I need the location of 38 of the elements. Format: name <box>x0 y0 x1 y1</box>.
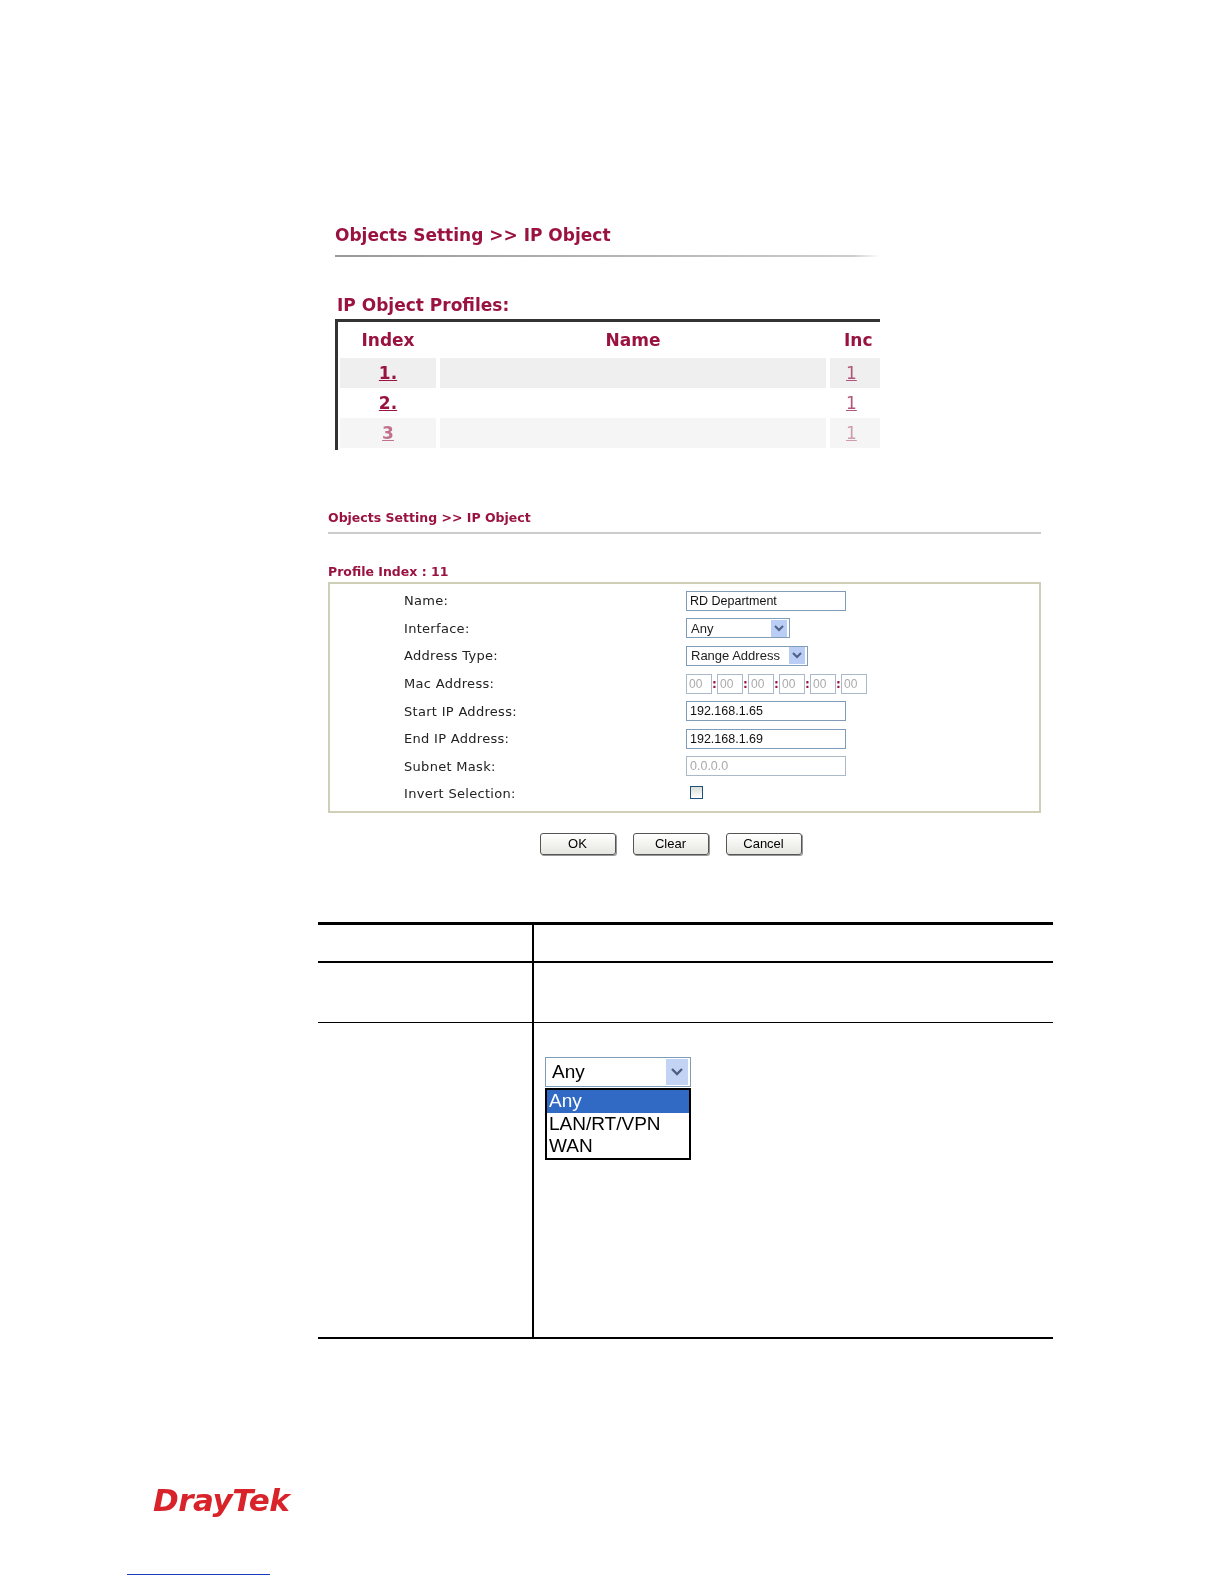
dropdown[interactable]: Any <box>545 1057 691 1087</box>
text-field[interactable]: RD Department <box>686 590 846 611</box>
separator: : <box>743 676 748 691</box>
profile-index-heading: Profile Index : 11 <box>328 564 450 579</box>
profile-link[interactable]: 1 <box>846 393 857 413</box>
text-field[interactable]: 192.168.1.69 <box>686 728 846 749</box>
separator: : <box>805 676 810 691</box>
column-header: Inc <box>843 330 874 350</box>
dropdown-option[interactable]: Any <box>547 1090 689 1113</box>
field-label: Name: <box>403 593 450 609</box>
separator: : <box>774 676 779 691</box>
page-title: Objects Setting >> IP Object <box>328 510 532 525</box>
section-title: IP Object Profiles: <box>337 295 511 315</box>
column-header: Index <box>360 330 416 350</box>
dropdown-option[interactable]: WAN <box>547 1135 689 1158</box>
dropdown[interactable]: Any <box>686 618 790 639</box>
field-label: Invert Selection: <box>403 786 517 802</box>
field-label: Subnet Mask: <box>403 758 497 774</box>
profile-link[interactable]: 1. <box>378 363 398 383</box>
dropdown-option[interactable]: LAN/RT/VPN <box>547 1112 689 1135</box>
text-field[interactable]: 192.168.1.65 <box>686 701 846 722</box>
separator: : <box>836 676 841 691</box>
separator: : <box>712 676 717 691</box>
page-title: Objects Setting >> IP Object <box>335 225 612 245</box>
checkbox[interactable] <box>690 785 703 799</box>
form-button[interactable]: Cancel <box>725 832 802 855</box>
column-header: Name <box>604 330 662 350</box>
profile-link[interactable]: 1 <box>846 363 857 383</box>
dropdown[interactable]: Range Address <box>686 646 808 666</box>
field-label: Mac Address: <box>403 676 496 692</box>
profile-link[interactable]: 2. <box>378 393 398 413</box>
field-label: Start IP Address: <box>403 703 518 719</box>
field-label: Address Type: <box>403 648 500 664</box>
form-button[interactable]: OK <box>539 832 616 855</box>
form-button[interactable]: Clear <box>632 832 709 855</box>
field-label: Interface: <box>403 620 471 636</box>
field-label: End IP Address: <box>403 731 511 747</box>
brand-logo: DrayTek <box>153 1482 290 1518</box>
